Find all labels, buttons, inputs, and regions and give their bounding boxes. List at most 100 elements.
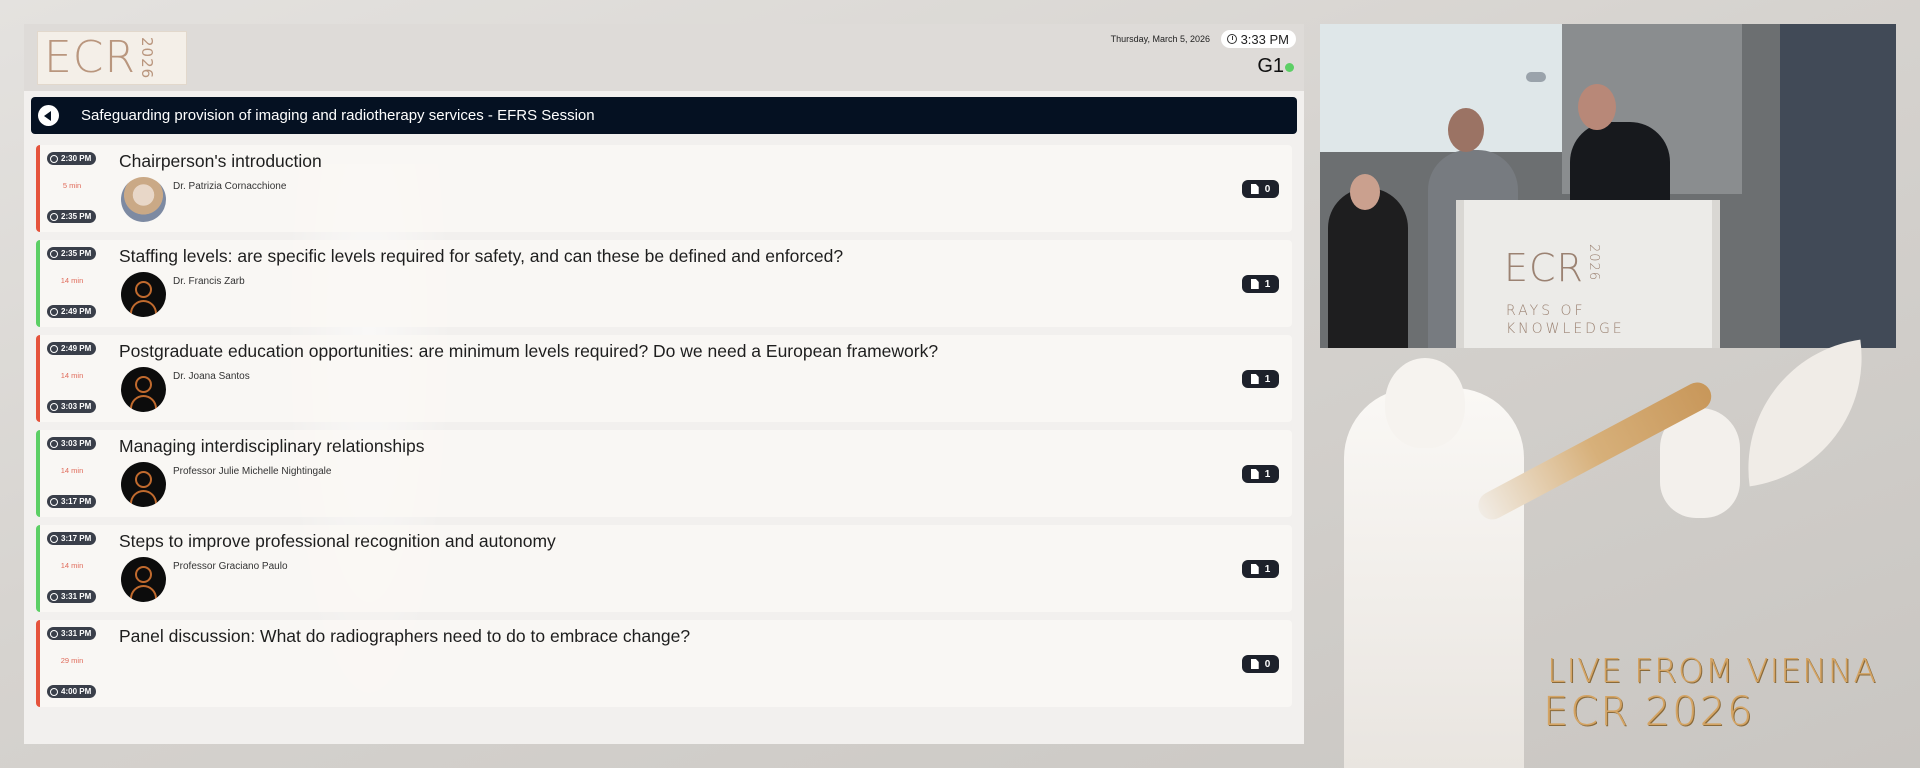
documents-button[interactable]: 0: [1242, 180, 1279, 198]
podium-tagline: RAYS OF KNOWLEDGE: [1506, 303, 1625, 337]
top-bar: ECR 2026 Thursday, March 5, 2026 3:33 PM …: [24, 24, 1304, 91]
document-count: 0: [1264, 183, 1271, 195]
documents-button[interactable]: 0: [1242, 655, 1279, 673]
clock-icon: [50, 687, 58, 696]
clock-icon: [1226, 34, 1237, 44]
session-header: Safeguarding provision of imaging and ra…: [31, 97, 1297, 134]
ecr-2026-overlay-text: ECR 2026: [1543, 689, 1755, 735]
clock-icon: [50, 497, 58, 506]
ecr-logo: ECR 2026: [37, 31, 187, 85]
agenda-item[interactable]: 2:49 PM 14 min 3:03 PM Postgraduate educati…: [36, 335, 1292, 422]
document-count: 1: [1264, 278, 1271, 290]
live-status-dot: [1285, 63, 1294, 72]
documents-button[interactable]: 1: [1242, 370, 1279, 388]
document-icon: [1250, 184, 1259, 194]
duration-label: 14 min: [60, 561, 84, 570]
live-video-feed[interactable]: ECR 2026 RAYS OF KNOWLEDGE: [1320, 24, 1896, 348]
end-time-badge: 2:49 PM: [47, 305, 97, 318]
agenda-item[interactable]: 2:35 PM 14 min 2:49 PM Staffing levels: are…: [36, 240, 1292, 327]
talk-title: Chairperson's introduction: [119, 151, 322, 171]
clock-icon: [50, 629, 58, 638]
owl-wing: [1731, 339, 1879, 487]
end-time-badge: 3:31 PM: [47, 590, 97, 603]
speaker-name: Professor Graciano Paulo: [173, 561, 288, 572]
talk-title: Postgraduate education opportunities: ar…: [119, 341, 939, 361]
duration-label: 14 min: [60, 466, 84, 475]
speaker-photo: [121, 177, 166, 222]
agenda-item[interactable]: 2:30 PM 5 min 2:35 PM Chairperson's introdu…: [36, 145, 1292, 232]
speaker-head-1: [1350, 174, 1380, 210]
clock-icon: [50, 402, 58, 411]
current-time: 3:33 PM: [1240, 31, 1289, 47]
documents-button[interactable]: 1: [1242, 275, 1279, 293]
status-bar: [36, 525, 40, 612]
status-bar: [36, 240, 40, 327]
end-time-badge: 3:17 PM: [47, 495, 97, 508]
status-bar: [36, 145, 40, 232]
clock-icon: [50, 307, 58, 316]
document-count: 1: [1264, 468, 1271, 480]
agenda-item[interactable]: 3:17 PM 14 min 3:31 PM Steps to improve pro…: [36, 525, 1292, 612]
document-icon: [1250, 374, 1259, 384]
documents-button[interactable]: 1: [1242, 465, 1279, 483]
side-wall: [1780, 24, 1896, 348]
clock-icon: [50, 249, 58, 258]
projection-screen: [1320, 24, 1562, 152]
end-time-badge: 4:00 PM: [47, 685, 97, 698]
podium-logo: ECR 2026: [1504, 244, 1601, 291]
speaker-name: Professor Julie Michelle Nightingale: [173, 466, 332, 477]
talk-title: Staffing levels: are specific levels req…: [119, 246, 844, 266]
current-date: Thursday, March 5, 2026: [1110, 34, 1210, 44]
podium: ECR 2026 RAYS OF KNOWLEDGE: [1456, 200, 1720, 348]
talk-title: Panel discussion: What do radiographers …: [119, 626, 691, 646]
status-bar: [36, 430, 40, 517]
back-button[interactable]: [38, 105, 59, 126]
start-time-badge: 3:17 PM: [47, 532, 97, 545]
talk-title: Steps to improve professional recognitio…: [119, 531, 556, 551]
speaker-name: Dr. Joana Santos: [173, 371, 250, 382]
speaker-head-3: [1578, 84, 1616, 130]
speaker-avatar-icon: [121, 367, 166, 412]
document-icon: [1250, 279, 1259, 289]
speaker-avatar-icon: [121, 272, 166, 317]
document-icon: [1250, 659, 1259, 669]
speaker-head-2: [1448, 108, 1484, 152]
end-time-badge: 2:35 PM: [47, 210, 97, 223]
agenda-item[interactable]: 3:03 PM 14 min 3:17 PM Managing interdiscip…: [36, 430, 1292, 517]
clock-icon: [50, 439, 58, 448]
athena-helmet: [1385, 358, 1465, 448]
duration-label: 14 min: [60, 276, 84, 285]
document-icon: [1250, 469, 1259, 479]
clock-icon: [50, 154, 58, 163]
speaker-name: Dr. Patrizia Cornacchione: [173, 181, 287, 192]
clock-icon: [50, 534, 58, 543]
document-icon: [1250, 564, 1259, 574]
documents-button[interactable]: 1: [1242, 560, 1279, 578]
duration-label: 14 min: [60, 371, 84, 380]
status-bar: [36, 335, 40, 422]
clock-icon: [50, 212, 58, 221]
speaker-avatar-icon: [121, 462, 166, 507]
current-time-badge: 3:33 PM: [1220, 30, 1296, 48]
session-title: Safeguarding provision of imaging and ra…: [81, 107, 595, 124]
screen-button: [1526, 72, 1546, 82]
speaker-figure-1: [1328, 188, 1408, 348]
duration-label: 5 min: [62, 181, 82, 190]
speaker-name: Dr. Francis Zarb: [173, 276, 245, 287]
speaker-avatar-icon: [121, 557, 166, 602]
duration-label: 29 min: [60, 656, 84, 665]
live-from-vienna-text: LIVE FROM VIENNA: [1547, 651, 1877, 690]
end-time-badge: 3:03 PM: [47, 400, 97, 413]
clock-icon: [50, 592, 58, 601]
clock-icon: [50, 344, 58, 353]
talk-title: Managing interdisciplinary relationships: [119, 436, 425, 456]
start-time-badge: 3:31 PM: [47, 627, 97, 640]
back-arrow-icon: [44, 110, 51, 121]
agenda-item[interactable]: 3:31 PM 29 min 4:00 PM Panel discussion: Wh…: [36, 620, 1292, 707]
document-count: 1: [1264, 563, 1271, 575]
document-count: 0: [1264, 658, 1271, 670]
room-label: G1: [1257, 55, 1284, 77]
agenda-panel: ECR 2026 Thursday, March 5, 2026 3:33 PM …: [24, 24, 1304, 744]
start-time-badge: 2:35 PM: [47, 247, 97, 260]
start-time-badge: 2:49 PM: [47, 342, 97, 355]
